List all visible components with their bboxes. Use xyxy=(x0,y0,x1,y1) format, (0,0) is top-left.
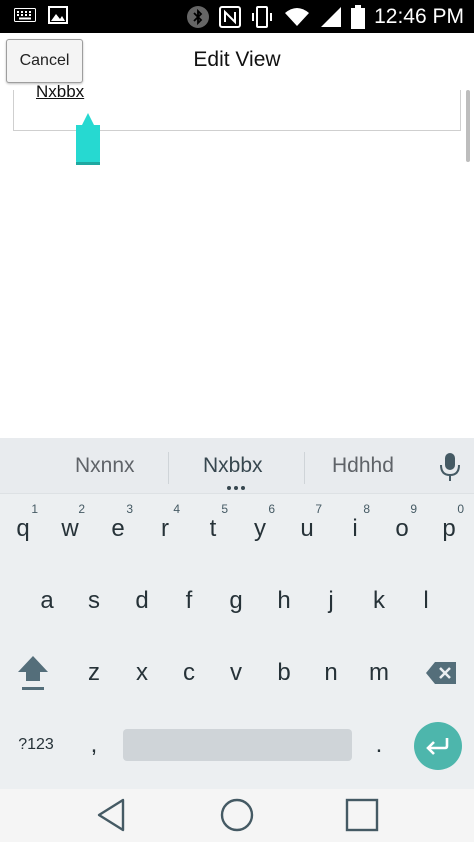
symbols-key[interactable]: ?123 xyxy=(10,722,62,768)
key-i[interactable]: i8 xyxy=(332,502,378,552)
key-o[interactable]: o9 xyxy=(379,502,425,552)
key-x[interactable]: x xyxy=(119,650,165,696)
keyboard: Nxnnx Nxbbx Hdhhd q1 w2 e3 r4 t5 y6 u7 i… xyxy=(0,438,474,789)
battery-icon xyxy=(351,5,366,29)
key-hint: 4 xyxy=(173,502,180,516)
key-label: o xyxy=(395,515,409,542)
more-suggestions-icon[interactable] xyxy=(227,486,245,490)
key-d[interactable]: d xyxy=(119,578,165,624)
key-t[interactable]: t5 xyxy=(190,502,236,552)
shift-key[interactable] xyxy=(10,650,56,696)
key-g[interactable]: g xyxy=(213,578,259,624)
image-icon xyxy=(48,6,68,24)
key-hint: 3 xyxy=(126,502,133,516)
key-f[interactable]: f xyxy=(166,578,212,624)
key-q[interactable]: q1 xyxy=(0,502,46,552)
nfc-icon xyxy=(219,6,242,28)
vibrate-icon xyxy=(252,6,273,28)
suggestion-left[interactable]: Nxnnx xyxy=(75,454,135,478)
key-y[interactable]: y6 xyxy=(237,502,283,552)
key-a[interactable]: a xyxy=(24,578,70,624)
enter-icon xyxy=(426,738,449,755)
enter-key[interactable] xyxy=(414,722,462,770)
key-label: t xyxy=(209,515,217,542)
text-input-value: Nxbbx xyxy=(36,82,85,101)
signal-icon xyxy=(321,7,342,27)
key-u[interactable]: u7 xyxy=(284,502,330,552)
scrollbar[interactable] xyxy=(466,90,470,162)
home-icon[interactable] xyxy=(220,798,254,832)
suggestion-strip: Nxnnx Nxbbx Hdhhd xyxy=(0,438,474,494)
backspace-icon xyxy=(426,662,456,684)
key-z[interactable]: z xyxy=(71,650,117,696)
key-s[interactable]: s xyxy=(71,578,117,624)
key-label: i xyxy=(352,515,358,542)
suggestion-center[interactable]: Nxbbx xyxy=(203,454,263,478)
key-label: q xyxy=(16,515,30,542)
key-hint: 7 xyxy=(315,502,322,516)
key-e[interactable]: e3 xyxy=(95,502,141,552)
period-key[interactable]: . xyxy=(356,722,402,768)
key-m[interactable]: m xyxy=(356,650,402,696)
key-j[interactable]: j xyxy=(308,578,354,624)
key-label: u xyxy=(300,515,314,542)
suggestion-divider xyxy=(304,452,305,484)
key-c[interactable]: c xyxy=(166,650,212,696)
key-r[interactable]: r4 xyxy=(142,502,188,552)
key-v[interactable]: v xyxy=(213,650,259,696)
key-n[interactable]: n xyxy=(308,650,354,696)
suggestion-divider xyxy=(168,452,169,484)
key-label: w xyxy=(61,515,79,542)
key-hint: 8 xyxy=(363,502,370,516)
key-hint: 0 xyxy=(457,502,464,516)
key-label: r xyxy=(161,515,169,542)
wifi-icon xyxy=(285,8,310,26)
key-b[interactable]: b xyxy=(261,650,307,696)
key-hint: 1 xyxy=(31,502,38,516)
key-l[interactable]: l xyxy=(403,578,449,624)
cursor-handle[interactable] xyxy=(76,113,100,165)
key-w[interactable]: w2 xyxy=(47,502,93,552)
bluetooth-icon xyxy=(187,6,210,28)
status-bar: 12:46 PM xyxy=(0,0,474,33)
back-icon[interactable] xyxy=(96,798,128,832)
mic-icon[interactable] xyxy=(438,452,462,482)
key-hint: 2 xyxy=(78,502,85,516)
key-hint: 6 xyxy=(268,502,275,516)
recents-icon[interactable] xyxy=(345,798,379,832)
status-time: 12:46 PM xyxy=(374,5,464,28)
keyboard-icon xyxy=(14,8,36,22)
key-k[interactable]: k xyxy=(356,578,402,624)
comma-key[interactable]: , xyxy=(71,722,117,768)
nav-bar xyxy=(0,789,474,842)
key-label: e xyxy=(111,515,125,542)
key-h[interactable]: h xyxy=(261,578,307,624)
key-hint: 9 xyxy=(410,502,417,516)
key-hint: 5 xyxy=(221,502,228,516)
page-title: Edit View xyxy=(193,48,281,71)
suggestion-right[interactable]: Hdhhd xyxy=(332,454,394,478)
spacebar[interactable] xyxy=(123,729,352,761)
shift-icon xyxy=(18,656,48,690)
key-label: p xyxy=(442,515,456,542)
backspace-key[interactable] xyxy=(418,650,464,696)
key-p[interactable]: p0 xyxy=(426,502,472,552)
key-label: y xyxy=(254,515,266,542)
